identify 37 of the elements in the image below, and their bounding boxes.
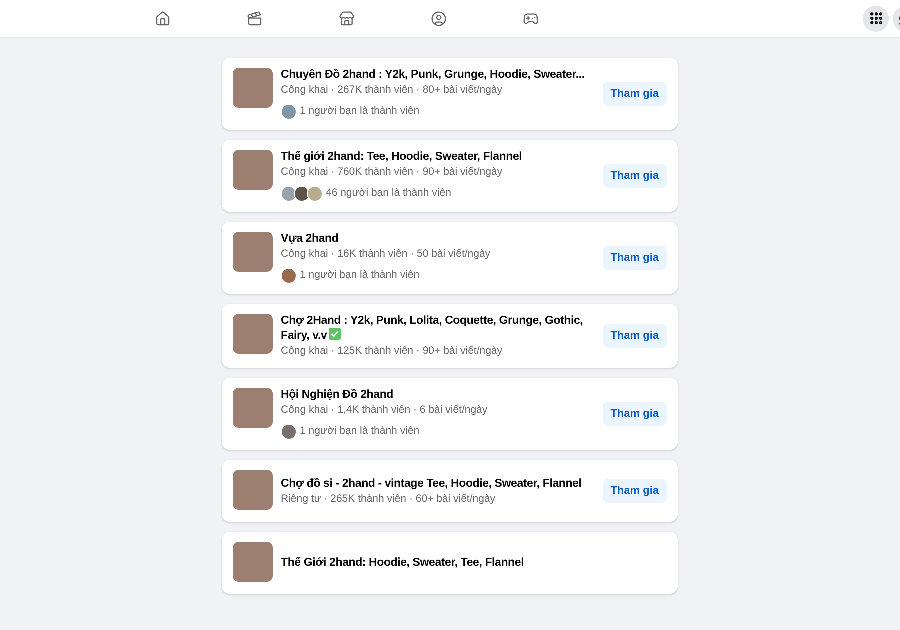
group-meta: Công khai · 760K thành viên · 90+ bài viết/ngày	[281, 165, 504, 179]
store-icon	[339, 10, 355, 26]
grid-icon	[868, 11, 884, 26]
group-name[interactable]: Hội Nghiện Đồ 2hand	[281, 388, 603, 402]
join-button[interactable]: Tham gia	[602, 82, 667, 106]
group-thumbnail	[233, 150, 273, 190]
group-thumbnail	[233, 232, 273, 272]
join-button[interactable]: Tham gia	[602, 164, 667, 188]
join-button[interactable]: Tham gia	[602, 402, 667, 426]
group-name[interactable]: Thế Giới 2hand: Hoodie, Sweater, Tee, Flannel	[281, 556, 667, 570]
menu-button[interactable]	[863, 6, 889, 32]
group-meta: Công khai · 125K thành viên · 90+ bài viết/ngày	[281, 344, 504, 358]
group-name[interactable]: Chuyên Đồ 2hand : Y2k, Punk, Grunge, Hoodie, Sweater...	[281, 68, 603, 82]
join-button[interactable]: Tham gia	[602, 324, 667, 348]
group-name[interactable]: Vựa 2hand	[281, 232, 603, 246]
group-thumbnail	[233, 314, 273, 354]
friends-count: 46 người bạn là thành viên	[326, 186, 452, 202]
group-thumbnail	[233, 68, 273, 108]
gamepad-icon	[523, 10, 539, 26]
group-meta: Công khai · 16K thành viên · 50 bài viết/ngày	[281, 247, 492, 261]
group-name[interactable]: Thế giới 2hand: Tee, Hoodie, Sweater, Flannel	[281, 150, 603, 164]
friends-count: 1 người bạn là thành viên	[300, 104, 420, 120]
people-icon	[431, 10, 447, 26]
friends-count: 1 người bạn là thành viên	[300, 268, 420, 284]
join-button[interactable]: Tham gia	[602, 479, 667, 503]
group-thumbnail	[233, 388, 273, 428]
group-thumbnail	[233, 542, 273, 582]
friends-count: 1 người bạn là thành viên	[300, 424, 420, 440]
group-meta: Riêng tư · 265K thành viên · 60+ bài viết/ngày	[281, 492, 497, 506]
group-name[interactable]: Chợ 2Hand : Y2k, Punk, Lolita, Coquette, Grunge, Gothic, Fairy, v.v	[281, 314, 603, 343]
group-thumbnail	[233, 470, 273, 510]
join-button[interactable]: Tham gia	[602, 246, 667, 270]
group-meta: Công khai · 267K thành viên · 80+ bài viết/ngày	[281, 83, 504, 97]
video-icon	[247, 10, 263, 26]
home-icon	[155, 10, 171, 26]
group-name[interactable]: Chợ đồ si - 2hand - vintage Tee, Hoodie, Sweater, Flannel	[281, 476, 603, 490]
group-meta: Công khai · 1,4K thành viên · 6 bài viết/ngày	[281, 403, 489, 417]
